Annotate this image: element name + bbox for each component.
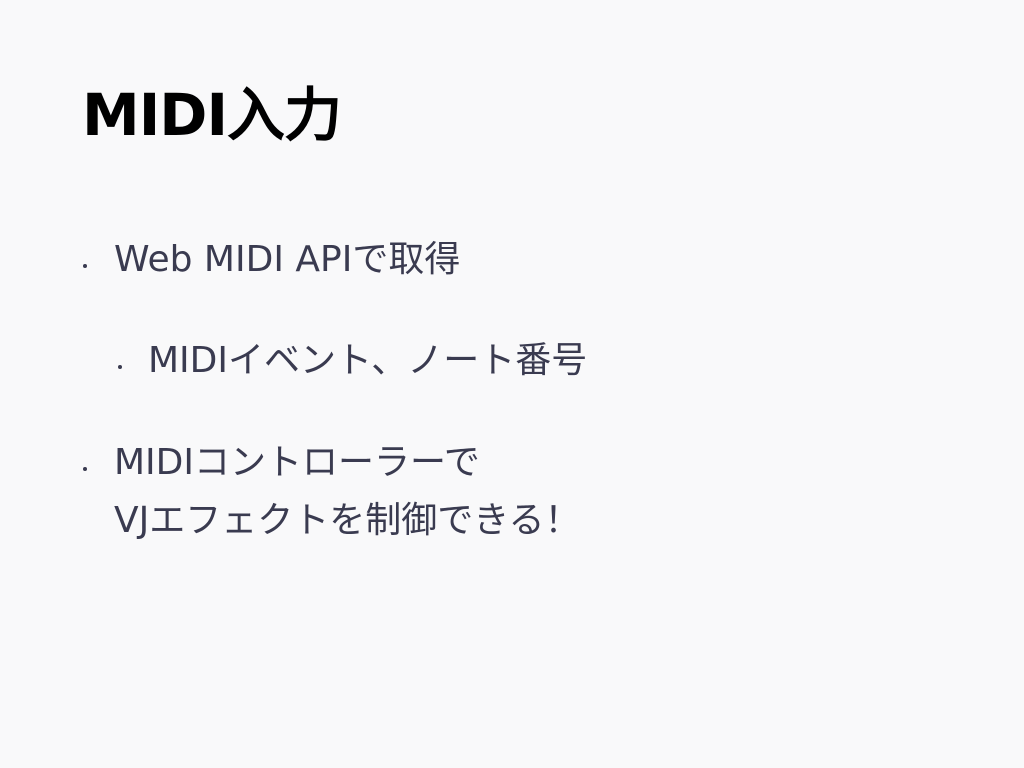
bullet-item-2: MIDIコントローラーで VJエフェクトを制御できる！ [83,434,581,550]
bullet-dot-icon [83,264,87,268]
sub-bullet-item: MIDIイベント、ノート番号 [118,332,588,390]
slide: MIDI入力 Web MIDI APIで取得 MIDIイベント、ノート番号 MI… [0,0,1024,768]
bullet-dot-icon [118,365,122,369]
bullet-text-line-1: MIDIコントローラーで [114,442,480,483]
bullet-dot-icon [83,467,87,471]
bullet-text: Web MIDI APIで取得 [114,239,461,280]
bullet-text-line-2: VJエフェクトを制御できる！ [114,500,581,541]
bullet-item-1: Web MIDI APIで取得 [83,231,461,289]
slide-title: MIDI入力 [82,81,342,149]
bullet-text: MIDIイベント、ノート番号 [148,340,588,381]
